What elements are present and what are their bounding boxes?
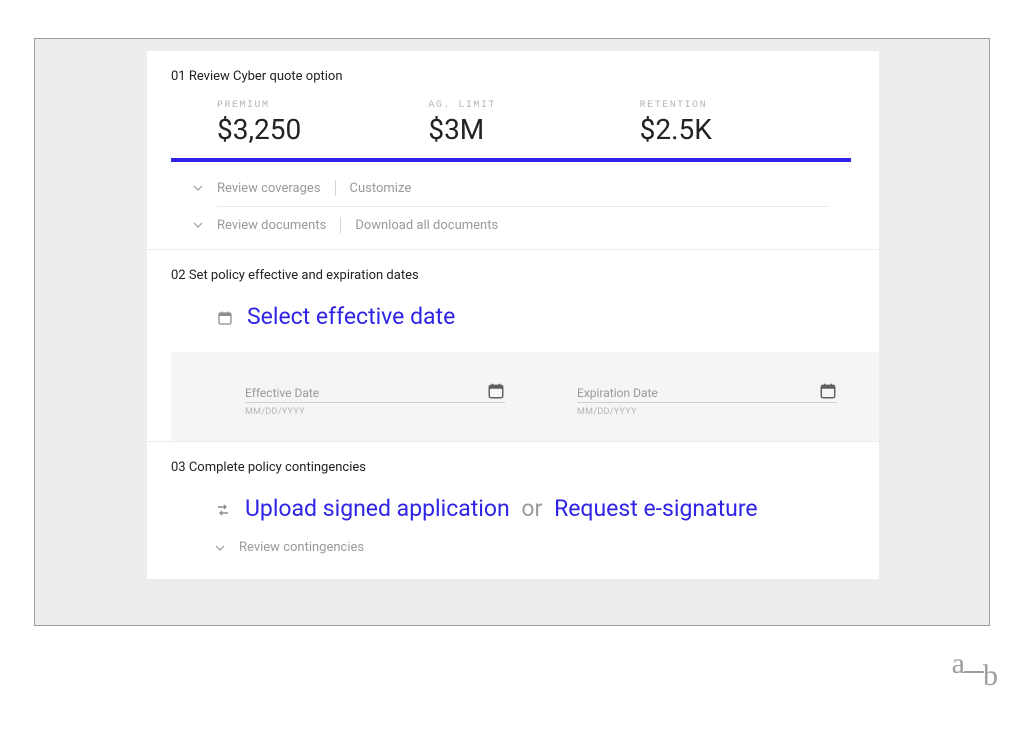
date-panel: Effective Date MM/DD/YYYY Expiration Dat…: [171, 352, 879, 441]
vertical-divider: [340, 217, 341, 233]
or-text: or: [521, 495, 542, 522]
calendar-icon: [217, 307, 233, 326]
quote-metrics: PREMIUM $3,250 AG. LIMIT $3M RETENTION $…: [171, 100, 851, 152]
review-contingencies-link[interactable]: Review contingencies: [239, 540, 364, 555]
coverages-row: Review coverages Customize: [171, 174, 851, 202]
documents-row: Review documents Download all documents: [171, 211, 851, 239]
step-3-title: 03 Complete policy contingencies: [171, 460, 851, 475]
main-card: 01 Review Cyber quote option PREMIUM $3,…: [147, 51, 879, 579]
metric-limit-label: AG. LIMIT: [428, 100, 639, 111]
metric-limit-value: $3M: [428, 113, 639, 146]
calendar-icon[interactable]: [487, 382, 505, 400]
review-documents-link[interactable]: Review documents: [217, 218, 326, 233]
brand-logo: ab: [952, 658, 998, 682]
effective-date-field[interactable]: Effective Date MM/DD/YYYY: [245, 382, 505, 417]
customize-link[interactable]: Customize: [350, 181, 412, 196]
expiration-date-placeholder: MM/DD/YYYY: [577, 407, 837, 417]
horizontal-divider: [217, 206, 829, 207]
vertical-divider: [335, 180, 336, 196]
logo-a: a: [952, 652, 965, 676]
chevron-down-icon[interactable]: [193, 181, 217, 196]
metric-premium-value: $3,250: [217, 113, 428, 146]
step-2-headline-row: Select effective date: [171, 299, 879, 330]
logo-dash: [964, 671, 984, 673]
logo-b: b: [983, 664, 998, 688]
metric-retention: RETENTION $2.5K: [640, 100, 851, 146]
request-esignature-link[interactable]: Request e-signature: [554, 495, 758, 522]
metric-premium-label: PREMIUM: [217, 100, 428, 111]
step-3-headline-row: Upload signed application or Request e-s…: [171, 491, 851, 522]
chevron-down-icon[interactable]: [215, 540, 239, 555]
effective-date-label: Effective Date: [245, 386, 319, 400]
metric-retention-value: $2.5K: [640, 113, 851, 146]
select-effective-date-link[interactable]: Select effective date: [247, 303, 455, 330]
step-2-title: 02 Set policy effective and expiration d…: [171, 268, 879, 283]
step-1-title: 01 Review Cyber quote option: [171, 69, 851, 84]
chevron-down-icon[interactable]: [193, 218, 217, 233]
swap-icon: [215, 495, 231, 522]
contingencies-row: Review contingencies: [171, 534, 851, 561]
app-frame: 01 Review Cyber quote option PREMIUM $3,…: [34, 38, 990, 626]
expiration-date-field[interactable]: Expiration Date MM/DD/YYYY: [577, 382, 837, 417]
metric-limit: AG. LIMIT $3M: [428, 100, 639, 146]
step-1-section: 01 Review Cyber quote option PREMIUM $3,…: [147, 51, 879, 250]
calendar-icon[interactable]: [819, 382, 837, 400]
accent-bar: [171, 158, 851, 162]
review-coverages-link[interactable]: Review coverages: [217, 181, 321, 196]
step-3-section: 03 Complete policy contingencies Upload …: [147, 442, 879, 579]
upload-signed-application-link[interactable]: Upload signed application: [245, 495, 510, 522]
effective-date-placeholder: MM/DD/YYYY: [245, 407, 505, 417]
expiration-date-label: Expiration Date: [577, 386, 658, 400]
metric-retention-label: RETENTION: [640, 100, 851, 111]
download-all-link[interactable]: Download all documents: [355, 218, 498, 233]
step-2-section: 02 Set policy effective and expiration d…: [147, 250, 879, 442]
metric-premium: PREMIUM $3,250: [217, 100, 428, 146]
